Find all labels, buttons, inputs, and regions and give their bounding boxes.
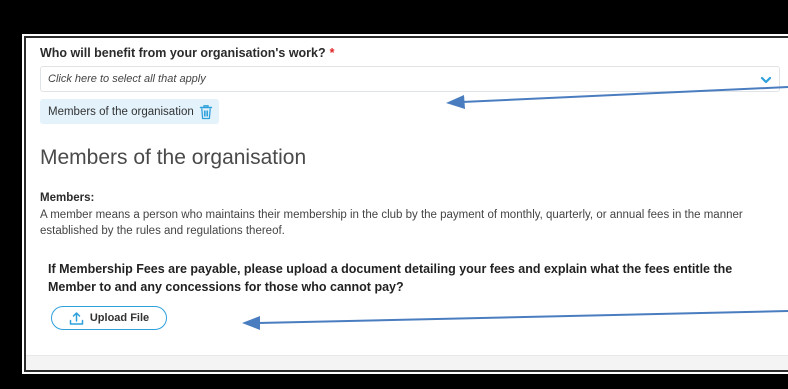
section-title: Members of the organisation (40, 146, 307, 169)
upload-file-button-label: Upload File (89, 312, 150, 324)
upload-file-button[interactable]: Upload File (51, 306, 167, 330)
selected-beneficiary-chip: Members of the organisation (40, 99, 219, 124)
beneficiaries-question: Who will benefit from your organisation'… (40, 46, 335, 60)
form-panel-border: Who will benefit from your organisation'… (24, 36, 788, 372)
required-marker: * (329, 46, 335, 60)
members-description: A member means a person who maintains th… (40, 209, 743, 237)
selected-beneficiary-chip-label: Members of the organisation (48, 105, 194, 118)
beneficiaries-select-placeholder: Click here to select all that apply (48, 73, 206, 85)
trash-icon[interactable] (199, 104, 213, 120)
form-footer (26, 355, 788, 370)
beneficiaries-select[interactable]: Click here to select all that apply (40, 66, 780, 92)
members-label: Members: (40, 192, 95, 204)
beneficiaries-question-label: Who will benefit from your organisation'… (40, 46, 326, 60)
upload-icon (69, 311, 84, 325)
membership-fees-question: If Membership Fees are payable, please u… (48, 262, 733, 294)
chevron-down-icon[interactable] (759, 73, 773, 87)
form-panel: Who will benefit from your organisation'… (22, 34, 788, 374)
